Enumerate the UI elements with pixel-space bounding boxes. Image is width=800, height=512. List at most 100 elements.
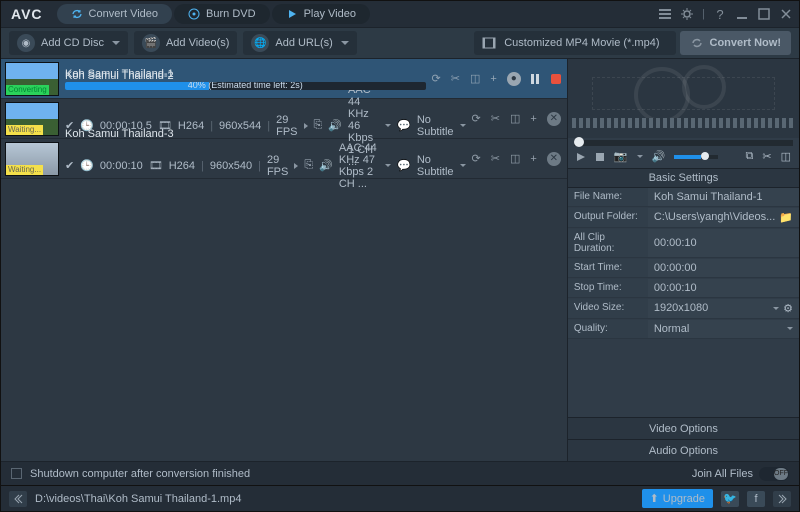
speaker-icon: 🔊 — [319, 159, 333, 172]
value-start-time[interactable]: 00:00:00 — [648, 259, 799, 278]
disc-plus-icon: ◉ — [17, 34, 35, 52]
play-icon[interactable] — [576, 152, 586, 162]
button-label: Add Video(s) — [166, 37, 229, 49]
video-options-button[interactable]: Video Options — [568, 417, 799, 439]
gear-icon[interactable] — [680, 7, 694, 21]
chevron-down-icon[interactable] — [460, 164, 466, 167]
item-title: Koh Samui Thailand-2 — [65, 70, 466, 82]
snapshot-icon[interactable]: 📷 — [614, 150, 628, 163]
list-item[interactable]: Waiting... Koh Samui Thailand-3 ✔ 🕒00:00… — [1, 139, 567, 179]
shutdown-label: Shutdown computer after conversion finis… — [30, 468, 250, 480]
stop-button[interactable] — [551, 74, 561, 84]
next-button[interactable] — [773, 491, 791, 507]
chevron-down-icon — [773, 307, 779, 310]
speaker-icon[interactable]: 🔊 — [652, 150, 666, 163]
twitter-icon[interactable]: 🐦 — [721, 491, 739, 507]
thumbnail: Converting — [5, 62, 59, 96]
chevron-down-icon[interactable] — [385, 164, 391, 167]
item-title: Koh Samui Thailand-3 — [65, 128, 466, 140]
loop-icon[interactable]: ⟳ — [472, 152, 481, 165]
gear-icon[interactable]: ⚙ — [783, 302, 793, 315]
loop-icon[interactable]: ⟳ — [472, 112, 481, 125]
minimize-icon[interactable] — [735, 7, 749, 21]
panel-header: Basic Settings — [568, 168, 799, 188]
help-icon[interactable]: ? — [713, 7, 727, 21]
seek-slider[interactable] — [574, 140, 793, 146]
film-icon: 🎞 — [149, 159, 163, 172]
film-reel-icon — [592, 77, 775, 110]
clock-icon: 🕒 — [80, 159, 94, 172]
pause-button[interactable] — [531, 74, 541, 84]
value-output-folder[interactable]: C:\Users\yangh\Videos...📁 — [648, 208, 799, 228]
status-badge: Waiting... — [6, 165, 43, 175]
tab-play-video[interactable]: Play Video — [272, 4, 370, 24]
shutdown-checkbox[interactable] — [11, 468, 22, 479]
join-all-toggle[interactable]: OFF — [759, 467, 789, 481]
crop-icon[interactable]: ◫ — [510, 112, 520, 125]
chevron-down-icon — [341, 41, 349, 45]
add-videos-button[interactable]: 🎬 Add Video(s) — [134, 31, 237, 55]
chevron-right-icon[interactable] — [294, 163, 298, 169]
crop-icon[interactable]: ◫ — [781, 150, 791, 163]
add-cd-disc-button[interactable]: ◉ Add CD Disc — [9, 31, 128, 55]
close-icon[interactable] — [779, 7, 793, 21]
scissors-icon[interactable]: ✂ — [451, 72, 460, 85]
subtitle-icon: 💬 — [397, 159, 411, 172]
value-video-size[interactable]: 1920x1080⚙ — [648, 299, 799, 319]
value-duration: 00:00:10 — [648, 229, 799, 258]
preview-pane — [568, 59, 799, 138]
convert-now-button[interactable]: Convert Now! — [680, 31, 792, 55]
facebook-icon[interactable]: f — [747, 491, 765, 507]
scissors-icon[interactable]: ✂ — [491, 152, 500, 165]
stop-icon[interactable] — [595, 152, 605, 162]
output-profile-select[interactable]: Customized MP4 Movie (*.mp4) — [474, 31, 675, 55]
maximize-icon[interactable] — [757, 7, 771, 21]
refresh-icon — [71, 8, 83, 20]
join-all-label: Join All Files — [692, 468, 753, 480]
chevron-down-icon — [787, 327, 793, 330]
chevron-down-icon[interactable] — [637, 155, 643, 158]
disc-icon — [188, 8, 200, 20]
add-icon[interactable]: + — [530, 113, 536, 125]
folder-icon[interactable]: 📁 — [779, 211, 793, 224]
crop-icon[interactable]: ◫ — [510, 152, 520, 165]
value-quality[interactable]: Normal — [648, 320, 799, 339]
label-stop-time: Stop Time: — [568, 279, 648, 298]
profile-label: Customized MP4 Movie (*.mp4) — [504, 37, 659, 49]
tab-label: Play Video — [304, 8, 356, 20]
tab-convert-video[interactable]: Convert Video — [57, 4, 173, 24]
value-stop-time[interactable]: 00:00:10 — [648, 279, 799, 298]
label-output-folder: Output Folder: — [568, 208, 648, 228]
scissors-icon[interactable]: ✂ — [762, 150, 771, 163]
film-plus-icon: 🎬 — [142, 34, 160, 52]
add-icon[interactable]: + — [530, 153, 536, 165]
crop-icon[interactable]: ◫ — [470, 72, 480, 85]
remove-icon[interactable]: ✕ — [547, 112, 561, 126]
globe-plus-icon: 🌐 — [251, 34, 269, 52]
file-list: Converting Koh Samui Thailand-1 40% (Est… — [1, 59, 567, 461]
tab-burn-dvd[interactable]: Burn DVD — [174, 4, 270, 24]
prev-button[interactable] — [9, 491, 27, 507]
copy-icon[interactable]: ⧉ — [746, 150, 754, 163]
refresh-icon — [690, 36, 704, 50]
footer-path: D:\videos\Thai\Koh Samui Thailand-1.mp4 … — [1, 485, 799, 511]
list-icon[interactable] — [658, 7, 672, 21]
label-start-time: Start Time: — [568, 259, 648, 278]
film-icon — [482, 36, 496, 50]
file-path: D:\videos\Thai\Koh Samui Thailand-1.mp4 — [35, 493, 241, 505]
value-filename[interactable]: Koh Samui Thailand-1 — [648, 188, 799, 207]
scissors-icon[interactable]: ✂ — [491, 112, 500, 125]
add-icon[interactable]: + — [490, 73, 496, 85]
arrow-up-icon: ⬆ — [650, 492, 659, 505]
label-filename: File Name: — [568, 188, 648, 207]
add-urls-button[interactable]: 🌐 Add URL(s) — [243, 31, 356, 55]
volume-slider[interactable] — [674, 155, 718, 159]
remove-icon[interactable]: ✕ — [547, 152, 561, 166]
upgrade-button[interactable]: ⬆Upgrade — [642, 489, 713, 508]
item-meta: ✔ 🕒00:00:10 🎞H264|960x540|29 FPS ⎘ 🔊AAC … — [65, 142, 466, 190]
remove-icon[interactable]: ● — [507, 72, 521, 86]
filmstrip-icon — [572, 118, 795, 128]
status-badge: Waiting... — [6, 125, 43, 135]
loop-icon[interactable]: ⟳ — [432, 72, 441, 85]
audio-options-button[interactable]: Audio Options — [568, 439, 799, 461]
